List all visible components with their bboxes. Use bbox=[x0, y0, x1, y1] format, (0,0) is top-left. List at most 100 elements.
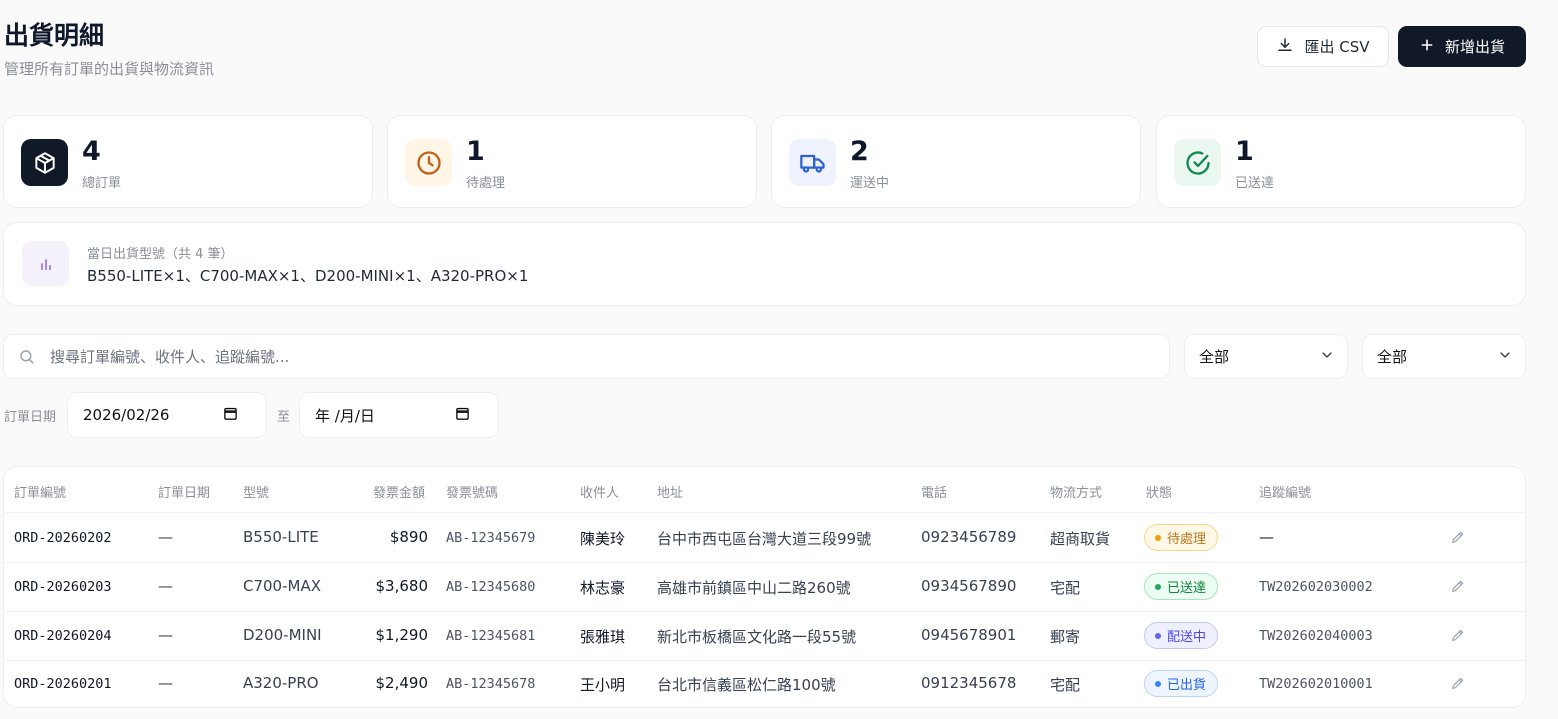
package-icon bbox=[21, 139, 68, 186]
model: C700-MAX bbox=[243, 577, 321, 595]
column-header: 電話 bbox=[921, 486, 948, 501]
daily-models-value: B550-LITE×1、C700-MAX×1、D200-MINI×1、A320-… bbox=[87, 267, 529, 285]
stat-card-pending: 1 待處理 bbox=[387, 115, 757, 208]
edit-icon[interactable] bbox=[1450, 675, 1466, 695]
calendar-icon bbox=[223, 406, 238, 425]
status-filter-value: 全部 bbox=[1199, 348, 1230, 366]
recipient: 王小明 bbox=[580, 676, 626, 694]
tracking-number: TW202602030002 bbox=[1259, 579, 1373, 595]
status-badge: 已出貨 bbox=[1144, 670, 1219, 697]
recipient: 張雅琪 bbox=[580, 628, 626, 646]
shipments-table: 訂單編號 訂單日期 型號 發票金額 發票號碼 收件人 地址 電話 物流方式 狀態… bbox=[3, 466, 1526, 708]
search-box bbox=[3, 334, 1170, 379]
recipient: 林志豪 bbox=[580, 579, 626, 597]
column-header: 地址 bbox=[657, 486, 684, 501]
date-from-value: 2026/02/26 bbox=[83, 406, 170, 424]
invoice-number: AB-12345681 bbox=[446, 628, 536, 644]
status-badge: 已送達 bbox=[1144, 573, 1219, 600]
stat-card-in-transit: 2 運送中 bbox=[771, 115, 1141, 208]
column-header: 狀態 bbox=[1146, 486, 1173, 501]
tracking-number: TW202602010001 bbox=[1259, 676, 1373, 692]
stat-card-total: 4 總訂單 bbox=[3, 115, 373, 208]
column-header: 追蹤編號 bbox=[1259, 486, 1312, 501]
status-badge: 待處理 bbox=[1144, 524, 1219, 551]
export-csv-button[interactable]: 匯出 CSV bbox=[1257, 26, 1389, 67]
column-header: 物流方式 bbox=[1050, 486, 1103, 501]
export-csv-label: 匯出 CSV bbox=[1304, 38, 1370, 56]
chevron-down-icon bbox=[1319, 347, 1335, 367]
edit-icon[interactable] bbox=[1450, 627, 1466, 647]
stat-value: 4 bbox=[82, 136, 101, 167]
column-header: 型號 bbox=[243, 486, 270, 501]
page-subtitle: 管理所有訂單的出貨與物流資訊 bbox=[4, 60, 215, 78]
shipping-method: 超商取貨 bbox=[1050, 530, 1111, 548]
daily-models-caption: 當日出貨型號（共 4 筆） bbox=[87, 247, 234, 262]
tracking-number: — bbox=[1259, 528, 1274, 546]
add-shipment-button[interactable]: 新增出貨 bbox=[1398, 26, 1526, 67]
status-filter-select[interactable]: 全部 bbox=[1184, 334, 1348, 379]
stat-label: 總訂單 bbox=[82, 176, 122, 191]
table-row[interactable]: ORD-20260203 — C700-MAX $3,680 AB-123456… bbox=[4, 562, 1525, 611]
order-id: ORD-20260202 bbox=[14, 530, 112, 546]
stat-value: 1 bbox=[1235, 136, 1254, 167]
column-header: 發票號碼 bbox=[446, 486, 499, 501]
chevron-down-icon bbox=[1497, 347, 1513, 367]
date-range-separator: 至 bbox=[277, 410, 291, 425]
column-header: 收件人 bbox=[580, 486, 620, 501]
stat-value: 1 bbox=[466, 136, 485, 167]
shipment-details-page: 出貨明細 管理所有訂單的出貨與物流資訊 匯出 CSV 新增出貨 4 總訂單 1 … bbox=[0, 0, 1558, 719]
date-to-value: 年 /月/日 bbox=[315, 406, 375, 425]
plus-icon bbox=[1419, 37, 1435, 57]
column-header: 發票金額 bbox=[373, 486, 426, 501]
model: D200-MINI bbox=[243, 626, 322, 644]
shipping-method: 郵寄 bbox=[1050, 628, 1081, 646]
table-row[interactable]: ORD-20260204 — D200-MINI $1,290 AB-12345… bbox=[4, 611, 1525, 660]
order-date: — bbox=[158, 674, 173, 692]
address: 台中市西屯區台灣大道三段99號 bbox=[657, 530, 872, 548]
order-date: — bbox=[158, 577, 173, 595]
address: 新北市板橋區文化路一段55號 bbox=[657, 628, 857, 646]
phone: 0923456789 bbox=[921, 528, 1017, 546]
edit-icon[interactable] bbox=[1450, 578, 1466, 598]
tracking-number: TW202602040003 bbox=[1259, 628, 1373, 644]
invoice-amount: $1,290 bbox=[375, 626, 429, 644]
search-icon bbox=[18, 348, 36, 370]
order-id: ORD-20260201 bbox=[14, 676, 112, 692]
stat-value: 2 bbox=[850, 136, 869, 167]
edit-icon[interactable] bbox=[1450, 529, 1466, 549]
status-badge: 配送中 bbox=[1144, 622, 1219, 649]
status-label: 已送達 bbox=[1167, 581, 1207, 596]
recipient: 陳美玲 bbox=[580, 530, 626, 548]
status-dot bbox=[1155, 680, 1161, 687]
address: 台北市信義區松仁路100號 bbox=[657, 676, 836, 694]
status-label: 待處理 bbox=[1167, 532, 1207, 547]
invoice-number: AB-12345680 bbox=[446, 579, 536, 595]
order-date: — bbox=[158, 528, 173, 546]
truck-icon bbox=[789, 139, 836, 186]
table-row[interactable]: ORD-20260201 — A320-PRO $2,490 AB-123456… bbox=[4, 659, 1525, 707]
stat-label: 已送達 bbox=[1235, 176, 1275, 191]
status-label: 配送中 bbox=[1167, 630, 1207, 645]
model: A320-PRO bbox=[243, 674, 319, 692]
shipping-method: 宅配 bbox=[1050, 676, 1081, 694]
search-input[interactable] bbox=[50, 335, 1150, 378]
page-title: 出貨明細 bbox=[4, 21, 105, 50]
invoice-amount: $890 bbox=[389, 528, 428, 546]
order-id: ORD-20260204 bbox=[14, 628, 112, 644]
status-dot bbox=[1155, 583, 1161, 590]
date-to-input[interactable]: 年 /月/日 bbox=[299, 392, 499, 438]
order-date: — bbox=[158, 626, 173, 644]
add-shipment-label: 新增出貨 bbox=[1444, 38, 1505, 56]
phone: 0912345678 bbox=[921, 674, 1017, 692]
address: 高雄市前鎮區中山二路260號 bbox=[657, 579, 851, 597]
download-icon bbox=[1276, 36, 1294, 58]
table-row[interactable]: ORD-20260202 — B550-LITE $890 AB-1234567… bbox=[4, 513, 1525, 562]
method-filter-select[interactable]: 全部 bbox=[1362, 334, 1526, 379]
method-filter-value: 全部 bbox=[1377, 348, 1408, 366]
model: B550-LITE bbox=[243, 528, 319, 546]
invoice-number: AB-12345679 bbox=[446, 530, 536, 546]
date-from-input[interactable]: 2026/02/26 bbox=[67, 392, 267, 438]
check-circle-icon bbox=[1174, 139, 1221, 186]
column-header: 訂單日期 bbox=[158, 486, 211, 501]
invoice-amount: $2,490 bbox=[375, 674, 429, 692]
